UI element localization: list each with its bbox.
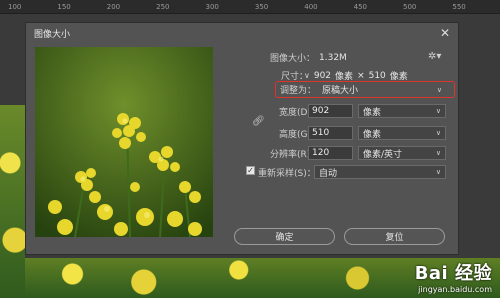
dimensions-width: 902: [313, 70, 332, 81]
canvas-image-left: [0, 105, 25, 298]
image-size-dialog: 图像大小 ✕ 图像大小： 1.32M ✲▾ 尺寸： ∨ 902 像素 × 510…: [25, 22, 459, 255]
width-unit: 像素: [363, 107, 382, 118]
watermark-logo: Bai 经验: [414, 263, 492, 284]
width-input[interactable]: 902: [308, 104, 353, 118]
resample-row: 重新采样(S)：: [258, 166, 316, 179]
ruler-tick: 300: [205, 2, 219, 11]
image-preview[interactable]: [35, 47, 213, 237]
image-size-row: 图像大小： 1.32M: [270, 51, 347, 65]
height-unit: 像素: [363, 129, 382, 140]
flower-photo: [35, 47, 213, 237]
ok-button[interactable]: 确定: [234, 228, 335, 245]
ruler-tick: 150: [57, 2, 71, 11]
ruler-tick: 350: [254, 2, 269, 11]
settings-panel: 图像大小： 1.32M ✲▾ 尺寸： ∨ 902 像素 × 510 像素 调整为…: [232, 23, 456, 254]
fit-to-label: 调整为：: [280, 86, 317, 96]
gear-icon[interactable]: ✲▾: [428, 51, 441, 62]
width-unit-select[interactable]: 像素 ∨: [358, 104, 446, 118]
resample-label: 重新采样(S)：: [258, 169, 316, 179]
resolution-unit: 像素/英寸: [363, 149, 403, 160]
baidu-watermark: Bai 经验 jingyan.baidu.com: [415, 259, 492, 294]
resample-select[interactable]: 自动 ∨: [314, 165, 446, 179]
top-ruler: 100 150 200 250 300 350 400 450 500 550: [0, 0, 500, 14]
resolution-unit-select[interactable]: 像素/英寸 ∨: [358, 146, 446, 160]
resample-checkbox[interactable]: ✓: [246, 166, 255, 175]
link-constraint-icon[interactable]: 🔗︎: [252, 116, 265, 127]
fit-to-select[interactable]: 原稿大小 ∨: [318, 83, 446, 97]
width-value: 902: [312, 106, 330, 116]
chevron-down-icon[interactable]: ∨: [304, 71, 310, 80]
resolution-value: 120: [312, 148, 330, 158]
reset-label: 复位: [385, 233, 404, 243]
ruler-tick: 250: [156, 2, 170, 11]
chevron-down-icon: ∨: [435, 129, 441, 137]
ok-label: 确定: [275, 233, 294, 243]
dimensions-height: 510: [368, 70, 386, 81]
ruler-tick: 100: [8, 2, 22, 11]
fit-to-value: 原稿大小: [322, 86, 359, 96]
chevron-down-icon: ∨: [435, 149, 441, 157]
ruler-tick: 450: [353, 2, 367, 11]
height-unit-select[interactable]: 像素 ∨: [358, 126, 446, 140]
height-input[interactable]: 510: [308, 126, 353, 140]
ruler-tick: 550: [452, 2, 466, 11]
ruler-tick: 200: [106, 2, 121, 11]
chevron-down-icon: ∨: [435, 107, 441, 115]
resample-value: 自动: [319, 168, 338, 179]
image-size-label: 图像大小：: [270, 54, 316, 64]
chevron-down-icon: ∨: [435, 168, 441, 176]
resolution-input[interactable]: 120: [308, 146, 353, 160]
dimensions-times: ×: [357, 70, 365, 81]
fit-to-highlight: 调整为： 原稿大小 ∨: [275, 81, 455, 98]
chevron-down-icon: ∨: [436, 85, 443, 94]
image-size-value: 1.32M: [319, 52, 347, 63]
dialog-title: 图像大小: [34, 29, 71, 40]
ruler-tick: 400: [304, 2, 318, 11]
watermark-url: jingyan.baidu.com: [418, 285, 492, 294]
height-value: 510: [312, 128, 330, 138]
reset-button[interactable]: 复位: [344, 228, 445, 245]
ruler-tick: 500: [403, 2, 417, 11]
